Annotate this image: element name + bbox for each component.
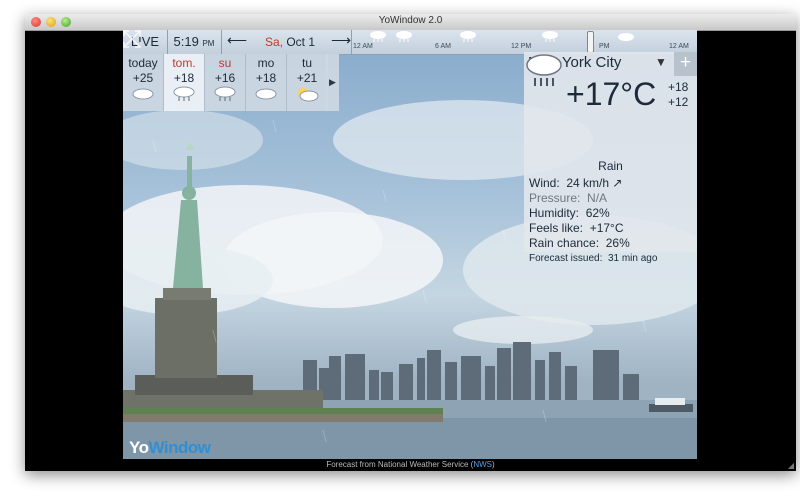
cloud-icon xyxy=(618,33,634,41)
weather-scene: LIVE 5:19 PM ⟵ Sa, Oct 1 ⟶ 12 AM 6 AM 12… xyxy=(123,30,697,459)
hourly-timeline[interactable]: 12 AM 6 AM 12 PM PM 12 AM xyxy=(351,30,697,54)
rain-chance-row: Rain chance: 26% xyxy=(529,236,657,251)
cloud-icon xyxy=(132,88,154,100)
forecast-day-sunday[interactable]: su +16 xyxy=(205,54,246,111)
date-weekday: Sa, xyxy=(264,35,283,49)
rain-cloud-icon xyxy=(460,31,476,42)
pressure-value: N/A xyxy=(587,191,608,205)
yowindow-logo[interactable]: YoWindow xyxy=(129,438,211,458)
day-temp: +18 xyxy=(173,71,195,85)
day-name: mo xyxy=(257,56,275,70)
current-conditions-panel: New York City ▼ + +17°C +18 +12 Rain Win… xyxy=(524,52,697,264)
day-temp: +21 xyxy=(296,71,318,85)
partly-sunny-icon xyxy=(298,88,319,102)
details-list: Wind: 24 km/h ↗ Pressure: N/A Humidity: … xyxy=(529,176,657,266)
rain-cloud-icon xyxy=(526,54,562,86)
day-temp: +18 xyxy=(255,71,277,85)
footer-end: ) xyxy=(492,460,495,469)
day-name: tom. xyxy=(172,56,196,70)
forecast-day-monday[interactable]: mo +18 xyxy=(246,54,287,111)
pressure-row: Pressure: N/A xyxy=(529,191,657,206)
add-location-button[interactable]: + xyxy=(674,52,697,76)
forecast-next-arrow-icon[interactable]: ▶ xyxy=(326,54,339,111)
condition-text: Rain xyxy=(598,159,623,173)
rain-cloud-icon xyxy=(214,86,236,101)
wind-label: Wind: xyxy=(529,176,560,190)
timeline-label: 12 AM xyxy=(669,43,689,50)
fullscreen-icon[interactable] xyxy=(123,30,141,48)
day-name: tu xyxy=(301,56,312,70)
forecast-day-tuesday[interactable]: tu +21 xyxy=(287,54,328,111)
cloud-icon xyxy=(255,88,277,100)
time-ampm: PM xyxy=(202,39,215,48)
forecast-day-today[interactable]: today +25 xyxy=(123,54,164,111)
timeline-label: 12 PM xyxy=(511,43,532,50)
humidity-row: Humidity: 62% xyxy=(529,206,657,221)
rain-cloud-icon xyxy=(542,31,558,42)
high-temp: +18 xyxy=(668,80,689,94)
day-name: today xyxy=(128,56,158,70)
resize-grip-icon[interactable]: ◢ xyxy=(788,461,794,470)
day-name: su xyxy=(218,56,232,70)
current-time: 5:19 PM xyxy=(167,30,222,54)
pressure-label: Pressure: xyxy=(529,191,581,205)
forecast-source-footer: Forecast from National Weather Service (… xyxy=(25,459,796,471)
feels-like-label: Feels like: xyxy=(529,221,584,235)
humidity-value: 62% xyxy=(585,206,610,220)
app-window: YoWindow 2.0 LIVE 5:19 PM ⟵ Sa, Oct 1 ⟶ … xyxy=(25,14,796,471)
rain-chance-value: 26% xyxy=(605,236,630,250)
day-temp: +25 xyxy=(132,71,154,85)
footer-text: Forecast from National Weather Service ( xyxy=(326,460,474,469)
rain-cloud-icon xyxy=(370,31,386,42)
timeline-label: 6 AM xyxy=(435,43,451,50)
nws-link[interactable]: NWS xyxy=(473,460,492,469)
title-bar: YoWindow 2.0 xyxy=(25,14,796,31)
time-slider-handle[interactable] xyxy=(587,31,594,53)
prev-day-arrow-icon[interactable]: ⟵ xyxy=(227,32,247,49)
high-low-temps: +18 +12 xyxy=(668,80,688,110)
date-day: Oct 1 xyxy=(283,35,316,49)
forecast-issued-row: Forecast issued: 31 min ago xyxy=(529,251,657,266)
logo-part-yo: Yo xyxy=(129,438,149,457)
feels-like-row: Feels like: +17°C xyxy=(529,221,657,236)
logo-part-window: Window xyxy=(148,438,211,457)
daily-forecast-strip: today +25 tom. +18 su +16 mo +18 tu +21 … xyxy=(123,54,339,112)
low-temp: +12 xyxy=(668,95,689,109)
forecast-day-tomorrow[interactable]: tom. +18 xyxy=(164,54,205,111)
rain-chance-label: Rain chance: xyxy=(529,236,600,250)
issued-label: Forecast issued: xyxy=(529,253,603,264)
day-temp: +16 xyxy=(214,71,236,85)
rain-cloud-icon xyxy=(173,86,195,101)
humidity-label: Humidity: xyxy=(529,206,580,220)
time-value: 5:19 xyxy=(173,34,199,49)
date-navigator: ⟵ Sa, Oct 1 ⟶ xyxy=(221,30,352,54)
current-date: Sa, Oct 1 xyxy=(247,30,333,54)
issued-value: 31 min ago xyxy=(607,253,658,264)
city-dropdown-icon[interactable]: ▼ xyxy=(655,55,667,69)
timeline-label: 12 AM xyxy=(353,43,373,50)
window-title: YoWindow 2.0 xyxy=(378,15,443,26)
current-temperature: +17°C xyxy=(566,76,657,112)
rain-cloud-icon xyxy=(396,31,412,42)
feels-like-value: +17°C xyxy=(589,221,624,235)
wind-row: Wind: 24 km/h ↗ xyxy=(529,176,657,191)
next-day-arrow-icon[interactable]: ⟶ xyxy=(331,32,351,49)
timeline-label: PM xyxy=(599,43,610,50)
wind-value: 24 km/h ↗ xyxy=(566,176,623,190)
